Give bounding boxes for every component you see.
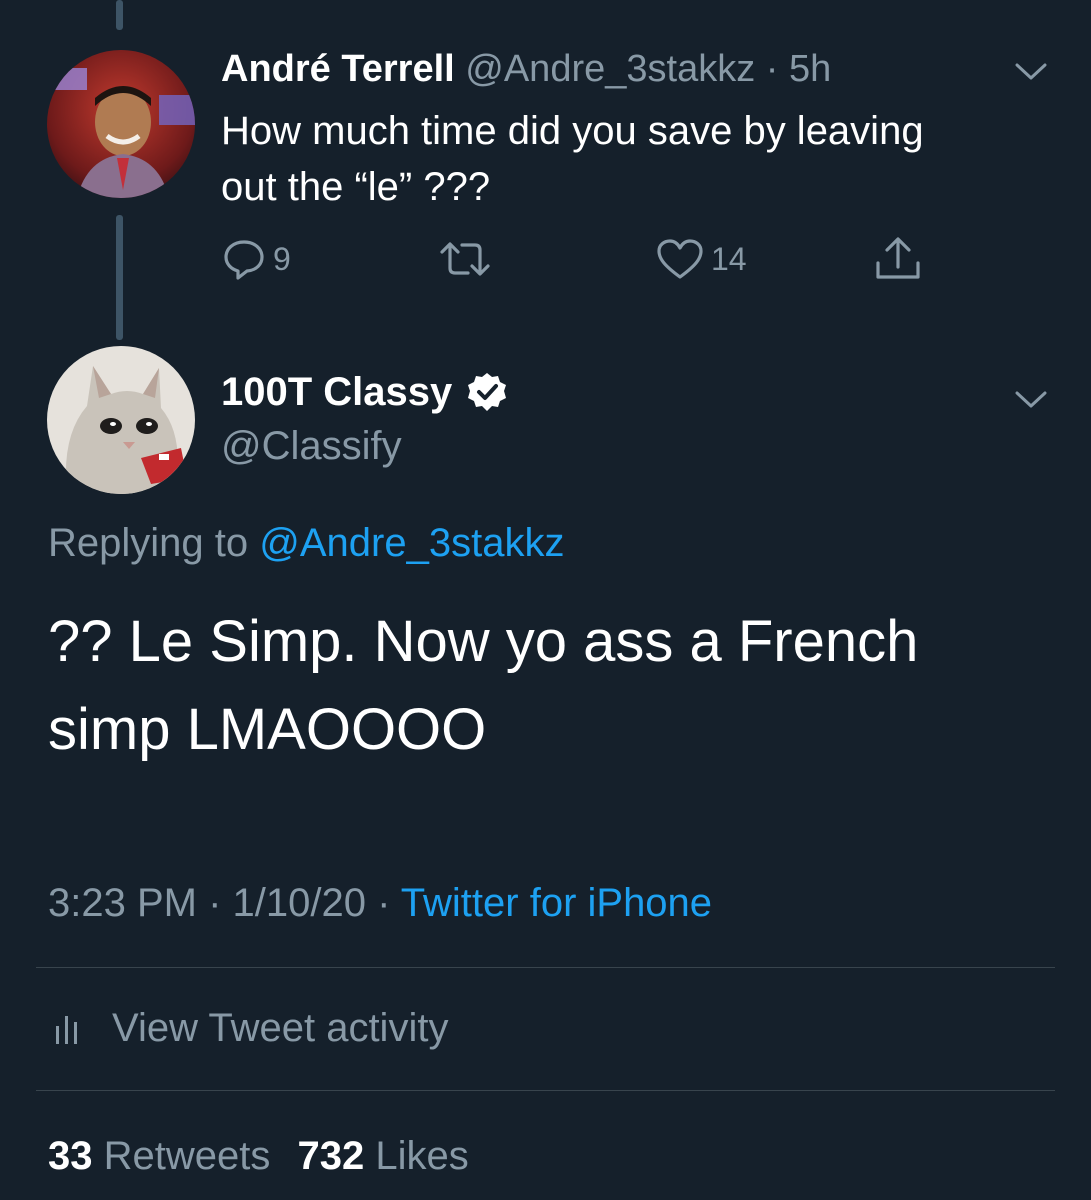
parent-text-line-2: out the “le” ??? <box>221 165 491 209</box>
avatar-classy[interactable] <box>47 346 195 494</box>
reply-button[interactable]: 9 <box>221 235 291 283</box>
heart-icon <box>657 239 703 279</box>
main-author-name[interactable]: 100T Classy <box>221 370 452 415</box>
retweet-arrows-icon <box>440 242 490 276</box>
chevron-down-icon[interactable] <box>1014 390 1048 410</box>
replying-to: Replying to @Andre_3stakkz <box>48 518 564 568</box>
parent-author-name[interactable]: André Terrell <box>221 48 455 90</box>
divider-top <box>36 967 1055 968</box>
thread-line-top <box>116 0 123 30</box>
parent-tweet-text: How much time did you save by leaving ou… <box>221 103 924 215</box>
reply-bubble-icon <box>224 240 264 280</box>
main-text-line-2: simp LMAOOOO <box>48 697 487 762</box>
main-tweet-text: ?? Le Simp. Now yo ass a French simp LMA… <box>48 598 918 774</box>
verified-badge-icon <box>468 373 507 411</box>
main-author-block: 100T Classy @Classify <box>221 366 508 474</box>
main-handle[interactable]: @Classify <box>221 418 508 474</box>
replying-to-handle-link[interactable]: @Andre_3stakkz <box>259 521 564 565</box>
total-like-count: 732 <box>297 1134 365 1178</box>
like-button[interactable]: 14 <box>655 235 747 283</box>
view-tweet-activity-button[interactable]: View Tweet activity <box>52 1002 448 1054</box>
parent-tweet-header: André Terrell @Andre_3stakkz · 5h <box>221 46 831 92</box>
like-label: Likes <box>375 1134 469 1178</box>
tweet-time-date[interactable]: 3:23 PM · 1/10/20 · <box>48 881 390 925</box>
retweet-label: Retweets <box>103 1134 271 1178</box>
chevron-down-icon[interactable] <box>1014 62 1048 82</box>
like-count: 14 <box>711 240 747 277</box>
tweet-source-link[interactable]: Twitter for iPhone <box>401 881 712 925</box>
thread-line-connector <box>116 215 123 340</box>
retweet-button[interactable] <box>438 235 492 283</box>
retweet-count: 33 <box>48 1134 93 1178</box>
bar-chart-icon <box>56 1016 77 1044</box>
retweets-stat[interactable]: 33 Retweets <box>48 1134 282 1178</box>
parent-handle-time[interactable]: @Andre_3stakkz · 5h <box>465 48 831 90</box>
share-upload-icon <box>876 237 920 279</box>
share-button[interactable] <box>873 235 923 283</box>
likes-stat[interactable]: 732 Likes <box>298 1134 469 1178</box>
engagement-stats: 33 Retweets 732 Likes <box>48 1131 469 1181</box>
reply-count: 9 <box>273 240 291 277</box>
parent-text-line-1: How much time did you save by leaving <box>221 109 924 153</box>
replying-to-label: Replying to <box>48 521 249 565</box>
main-text-line-1: ?? Le Simp. Now yo ass a French <box>48 609 919 674</box>
tweet-timestamp-row: 3:23 PM · 1/10/20 · Twitter for iPhone <box>48 878 712 928</box>
view-tweet-activity-label: View Tweet activity <box>112 1005 449 1050</box>
divider-bottom <box>36 1090 1055 1091</box>
avatar-andre[interactable] <box>47 50 195 198</box>
